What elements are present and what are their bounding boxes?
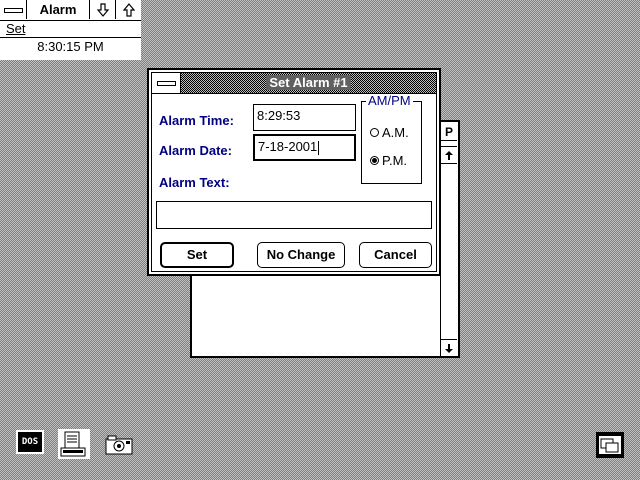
minimize-icon[interactable] <box>90 0 116 19</box>
clock-display: 8:30:15 PM <box>37 39 104 54</box>
cancel-button[interactable]: Cancel <box>359 242 432 268</box>
am-radio-label: A.M. <box>382 125 409 140</box>
dialog-titlebar: Set Alarm #1 <box>152 73 436 94</box>
write-icon[interactable] <box>58 429 90 459</box>
am-radio[interactable]: A.M. <box>370 125 409 140</box>
scroll-down-icon[interactable] <box>441 339 457 356</box>
ampm-group: AM/PM A.M. P.M. <box>361 94 422 184</box>
am-radio-circle <box>370 128 379 137</box>
alarm-time-label: Alarm Time: <box>159 113 234 128</box>
alarm-date-label: Alarm Date: <box>159 143 232 158</box>
system-menu-button[interactable] <box>0 0 27 19</box>
alarm-text-label: Alarm Text: <box>159 175 230 190</box>
alarm-window: Alarm Set 8:30:15 PM <box>0 0 141 60</box>
background-window-scrollbar[interactable]: P <box>440 122 458 356</box>
no-change-button[interactable]: No Change <box>257 242 345 268</box>
alarm-window-title: Alarm <box>27 0 90 19</box>
dos-icon[interactable]: DOS <box>16 430 44 454</box>
dialog-title: Set Alarm #1 <box>181 73 436 93</box>
alarm-time-input[interactable]: 8:29:53 <box>253 104 356 131</box>
camera-icon[interactable] <box>104 433 134 457</box>
dialog-system-menu-button[interactable] <box>152 73 181 93</box>
set-alarm-dialog: Set Alarm #1 Alarm Time: 8:29:53 Alarm D… <box>147 68 441 276</box>
alarm-text-input[interactable] <box>156 201 432 229</box>
set-button[interactable]: Set <box>160 242 234 268</box>
alarm-titlebar: Alarm <box>0 0 141 21</box>
tab-letter: P <box>441 124 457 141</box>
alarm-menubar: Set <box>0 21 141 38</box>
task-switch-icon[interactable] <box>596 432 624 458</box>
scroll-up-icon[interactable] <box>441 146 457 164</box>
pm-radio-label: P.M. <box>382 153 408 168</box>
menu-set[interactable]: Set <box>6 21 26 37</box>
pm-radio[interactable]: P.M. <box>370 153 407 168</box>
maximize-icon[interactable] <box>116 0 141 19</box>
alarm-date-input[interactable]: 7-18-2001 <box>253 134 356 161</box>
ampm-group-title: AM/PM <box>366 93 413 108</box>
pm-radio-circle <box>370 156 379 165</box>
